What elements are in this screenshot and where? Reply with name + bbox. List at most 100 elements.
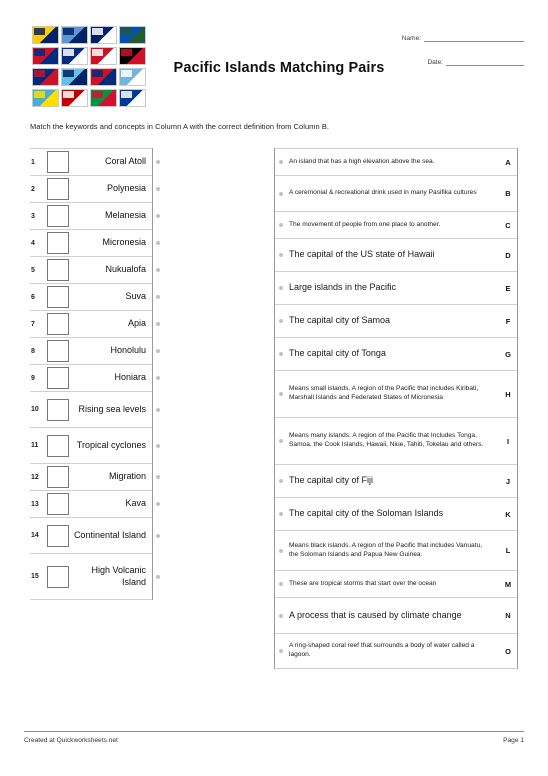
connector-dot-icon [279, 352, 283, 356]
column-b-row: The capital city of Tonga G [275, 337, 517, 370]
column-b-row: The movement of people from one place to… [275, 211, 517, 238]
column-b-row: The capital of the US state of Hawaii D [275, 238, 517, 271]
definition-letter: K [505, 509, 511, 519]
connector-dot-icon [279, 191, 283, 196]
definition-letter: D [505, 250, 511, 260]
answer-box[interactable] [47, 178, 69, 200]
name-field-row: Name: [364, 34, 524, 42]
keyword-label: Honolulu [110, 345, 146, 356]
answer-box[interactable] [47, 151, 69, 173]
question-number: 1 [31, 158, 35, 166]
definition-text: The capital city of Samoa [289, 315, 391, 326]
flag-niue-icon [32, 26, 59, 44]
definition-letter: A [505, 157, 511, 167]
question-number: 9 [31, 374, 35, 382]
keyword-label: Honiara [114, 372, 146, 383]
flag-samoa-icon [32, 47, 59, 65]
question-number: 3 [31, 212, 35, 220]
definition-text: The capital city of the Soloman Islands [289, 508, 444, 519]
question-number: 15 [31, 573, 39, 580]
answer-box[interactable] [47, 286, 69, 308]
answer-box[interactable] [47, 340, 69, 362]
keyword-label: Kava [125, 498, 146, 509]
connector-dot-icon [279, 319, 283, 323]
pacific-flags-image [32, 26, 148, 110]
connector-dot-icon [279, 512, 283, 516]
column-a-row: 15 High Volcanic Island [30, 553, 160, 600]
connector-dot-icon [156, 241, 160, 245]
definition-text: The capital of the US state of Hawaii [289, 249, 435, 260]
date-input[interactable] [446, 58, 524, 66]
keyword-label: Apia [127, 318, 146, 329]
answer-box[interactable] [47, 313, 69, 335]
flag-fiji-icon [61, 68, 88, 86]
definition-letter: E [505, 283, 511, 293]
flag-american-samoa-icon [32, 68, 59, 86]
keyword-label: Migration [108, 471, 146, 482]
column-a-row: 4 Micronesia [30, 229, 160, 256]
question-number: 14 [31, 532, 39, 539]
question-number: 2 [31, 185, 35, 193]
connector-dot-icon [156, 160, 160, 164]
answer-box[interactable] [47, 398, 69, 421]
column-b-row: The capital city of Fiji J [275, 464, 517, 497]
connector-dot-icon [279, 392, 283, 396]
connector-dot-icon [156, 349, 160, 353]
flag-tonga-icon [61, 89, 88, 107]
connector-dot-icon [279, 223, 283, 227]
keyword-label: Coral Atoll [104, 156, 146, 167]
keyword-label: Tropical cyclones [76, 439, 146, 450]
answer-box[interactable] [47, 466, 69, 488]
definition-text: The capital city of Fiji [289, 475, 374, 486]
column-b-row: Large islands in the Pacific E [275, 271, 517, 304]
connector-dot-icon [279, 479, 283, 483]
keyword-label: Nukualofa [105, 264, 146, 275]
answer-box[interactable] [47, 205, 69, 227]
flag-tahiti-icon [90, 47, 117, 65]
definition-letter: G [505, 349, 511, 359]
worksheet-header: Pacific Islands Matching Pairs Name: Dat… [24, 24, 524, 110]
definition-text: Means black islands. A region of the Pac… [289, 541, 483, 558]
connector-dot-icon [156, 187, 160, 191]
answer-box[interactable] [47, 259, 69, 281]
connector-dot-icon [156, 533, 160, 538]
column-a-row: 10 Rising sea levels [30, 391, 160, 427]
name-label: Name: [401, 35, 421, 42]
date-field-row: Date: [364, 58, 524, 66]
definition-letter: B [505, 189, 511, 198]
column-b-row: These are tropical storms that start ove… [275, 570, 517, 597]
column-a-row: 12 Migration [30, 463, 160, 490]
column-b-row: Means small islands. A region of the Pac… [275, 370, 517, 417]
definition-letter: C [505, 220, 511, 230]
column-b-row: The capital city of Samoa F [275, 304, 517, 337]
definition-text: The movement of people from one place to… [289, 220, 441, 228]
question-number: 13 [31, 500, 39, 508]
flag-marshall-islands-icon [119, 89, 146, 107]
definition-letter: J [505, 476, 511, 486]
column-b-row: An island that has a high elevation abov… [275, 148, 517, 175]
question-number: 11 [31, 442, 39, 449]
answer-box[interactable] [47, 434, 69, 457]
connector-dot-icon [156, 376, 160, 380]
flag-tuvalu-icon [61, 26, 88, 44]
flag-solomon-islands-icon [119, 26, 146, 44]
keyword-label: High Volcanic Island [91, 565, 146, 587]
definition-letter: N [505, 611, 511, 620]
column-a-row: 11 Tropical cyclones [30, 427, 160, 463]
connector-dot-icon [156, 502, 160, 506]
answer-box[interactable] [47, 232, 69, 254]
column-a-row: 7 Apia [30, 310, 160, 337]
column-b-row: A process that is caused by climate chan… [275, 597, 517, 633]
column-b: An island that has a high elevation abov… [274, 148, 518, 669]
answer-box[interactable] [47, 565, 69, 588]
definition-text: An island that has a high elevation abov… [289, 157, 435, 165]
answer-box[interactable] [47, 493, 69, 515]
answer-box[interactable] [47, 524, 69, 547]
keyword-label: Suva [125, 291, 146, 302]
column-b-row: A ceremonial & recreational drink used i… [275, 175, 517, 211]
definition-letter: F [505, 316, 511, 326]
answer-box[interactable] [47, 367, 69, 389]
definition-letter: O [505, 646, 511, 656]
question-number: 4 [31, 239, 35, 247]
name-input[interactable] [424, 34, 524, 42]
